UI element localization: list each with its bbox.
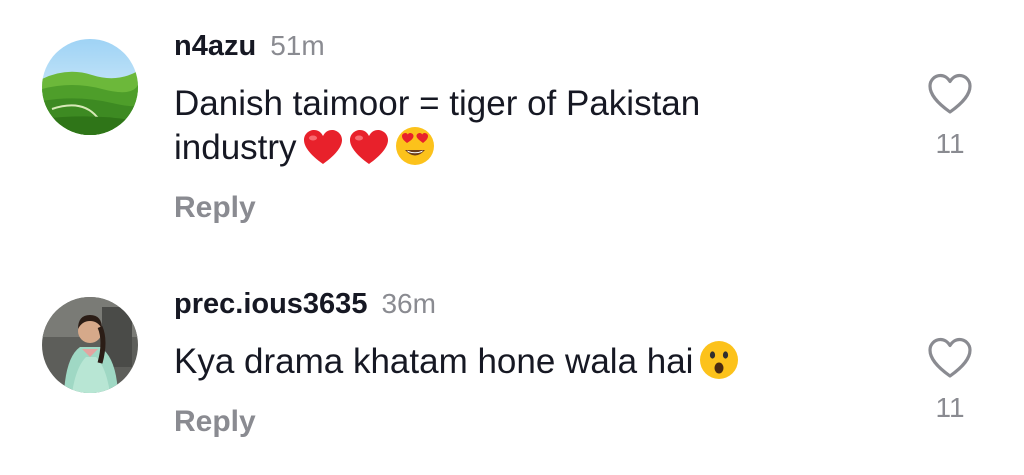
avatar[interactable] [42, 297, 138, 393]
comment-meta: n4azu 51m [174, 30, 874, 70]
heart-eyes-face-emoji-icon [395, 126, 435, 177]
like-count: 11 [935, 392, 965, 423]
like-section: 11 [920, 72, 980, 160]
woman-avatar-image [42, 297, 138, 393]
timestamp: 51m [270, 30, 325, 61]
username[interactable]: prec.ious3635 [174, 288, 367, 321]
reply-button[interactable]: Reply [174, 405, 256, 439]
comment-meta: prec.ious3635 36m [174, 288, 874, 328]
like-count: 11 [935, 128, 965, 159]
like-section: 11 [920, 336, 980, 424]
landscape-avatar-image [42, 39, 138, 135]
comment-item: n4azu 51m Danish taimoor = tiger of Paki… [0, 0, 1024, 250]
comment-body: n4azu 51m Danish taimoor = tiger of Paki… [174, 30, 874, 225]
red-heart-emoji-icon [303, 130, 343, 177]
red-heart-emoji-icon [349, 130, 389, 177]
comment-text: Kya drama khatam hone wala hai [174, 340, 814, 391]
avatar[interactable] [42, 39, 138, 135]
comment-text-content: Kya drama khatam hone wala hai [174, 342, 694, 381]
comment-text: Danish taimoor = tiger of Pakistan indus… [174, 82, 814, 177]
comment-text-content: Danish taimoor = tiger of Pakistan indus… [174, 84, 701, 167]
surprised-face-emoji-icon [699, 340, 739, 391]
timestamp: 36m [381, 288, 436, 319]
like-heart-icon[interactable] [926, 72, 974, 116]
username[interactable]: n4azu [174, 30, 256, 63]
like-heart-icon[interactable] [926, 336, 974, 380]
reply-button[interactable]: Reply [174, 191, 256, 225]
comment-item: prec.ious3635 36m Kya drama khatam hone … [0, 250, 1024, 475]
comment-body: prec.ious3635 36m Kya drama khatam hone … [174, 288, 874, 439]
